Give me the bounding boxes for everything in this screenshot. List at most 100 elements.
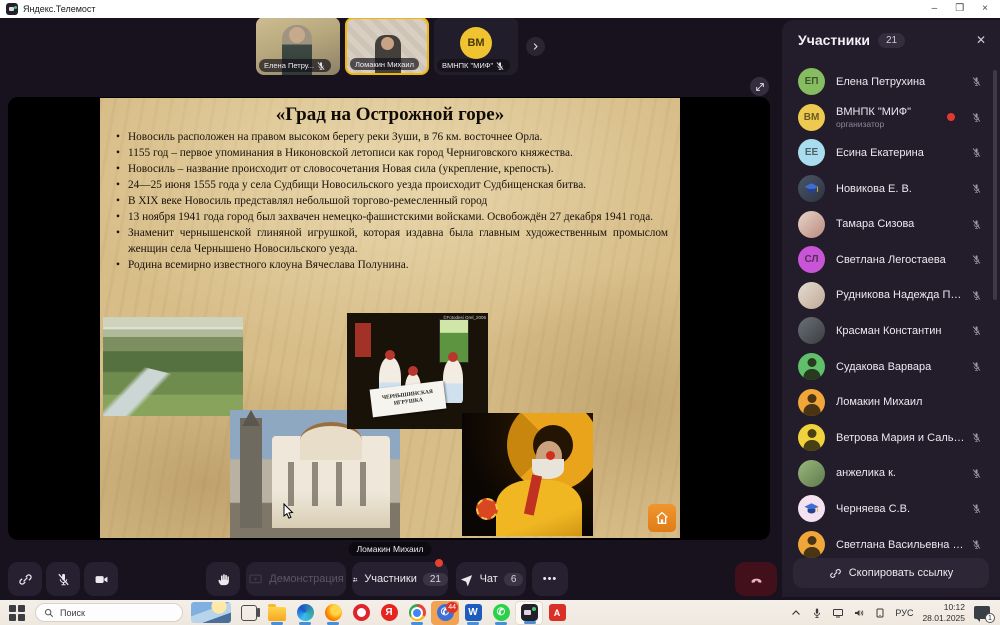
taskbar-apps: Я ✆ 44 W ✆ A <box>263 601 571 625</box>
search-placeholder: Поиск <box>60 608 85 618</box>
more-options-button[interactable]: ••• <box>532 562 568 596</box>
share-screen-button[interactable]: Демонстрация <box>246 562 346 596</box>
tray-display-icon[interactable] <box>832 607 844 619</box>
screen-share-icon <box>248 572 263 587</box>
copy-link-button[interactable]: Скопировать ссылку <box>793 558 989 588</box>
close-panel-icon[interactable]: ✕ <box>976 34 986 46</box>
system-tray: РУС 10:12 28.01.2025 1 <box>790 602 1000 623</box>
tray-volume-icon[interactable] <box>853 607 865 619</box>
participant-row[interactable]: Красман Константин <box>782 313 992 349</box>
taskbar-app-telemost[interactable] <box>515 601 543 625</box>
taskbar-app-firefox[interactable] <box>319 601 347 625</box>
participant-row[interactable]: Судакова Варвара <box>782 349 992 385</box>
taskbar-app-word[interactable]: W <box>459 601 487 625</box>
photo-watermark: ©Fotodesi Orel_2006 <box>443 315 486 320</box>
participant-row[interactable]: ВМ ВМНПК "МИФ" организатор <box>782 100 992 136</box>
taskbar-app-opera[interactable] <box>347 601 375 625</box>
participants-button[interactable]: Участники 21 <box>352 562 448 596</box>
taskbar-app-calls-app[interactable]: ✆ 44 <box>431 601 459 625</box>
panel-scrollbar[interactable] <box>993 70 997 300</box>
copy-link-toolbar-button[interactable] <box>8 562 42 596</box>
mic-off-icon <box>316 61 326 71</box>
microphone-muted-button[interactable] <box>46 562 80 596</box>
video-tile-lomakin-active[interactable]: Ломакин Михаил <box>345 17 429 75</box>
slide-title: «Град на Острожной горе» <box>100 98 680 126</box>
participant-row[interactable]: ЕЕ Есина Екатерина <box>782 135 992 171</box>
taskbar-app-acrobat[interactable]: A <box>543 601 571 625</box>
tile-name: ВМНПК "МИФ" <box>442 61 493 70</box>
tray-chevron-up-icon[interactable] <box>790 607 802 619</box>
taskbar-app-yandex-browser[interactable]: Я <box>375 601 403 625</box>
running-indicator <box>524 621 536 624</box>
active-speaker-label: Ломакин Михаил <box>349 542 432 556</box>
slide-home-button[interactable] <box>648 504 676 532</box>
slide-bullet: В XIX веке Новосиль представлял небольшо… <box>116 193 668 209</box>
participant-name: Новикова Е. В. <box>836 183 967 195</box>
participant-avatar <box>798 317 825 344</box>
slide-bullet: Новосиль – название происходит от словос… <box>116 161 668 177</box>
whatsapp-icon: ✆ <box>493 604 510 621</box>
mic-off-icon <box>971 468 982 479</box>
participant-row[interactable]: Черняева С.В. <box>782 491 992 527</box>
next-thumbnails-button[interactable] <box>526 37 545 56</box>
task-view-button[interactable] <box>241 605 257 621</box>
participants-icon <box>352 572 358 587</box>
yandex-icon: Я <box>381 604 398 621</box>
tile-name: Елена Петру... <box>264 61 314 70</box>
call-toolbar: Демонстрация Участники 21 Чат 6 ••• <box>0 560 782 600</box>
slide-bullet: Знаменит чернышенской глиняной игрушкой,… <box>116 225 668 257</box>
participant-avatar <box>798 531 825 558</box>
participant-row[interactable]: СЛ Светлана Легостаева <box>782 242 992 278</box>
raise-hand-button[interactable] <box>206 562 240 596</box>
tray-microphone-icon[interactable] <box>811 607 823 619</box>
mic-off-icon <box>56 572 71 587</box>
tray-device-icon[interactable] <box>874 607 886 619</box>
start-button[interactable] <box>8 604 25 621</box>
clock[interactable]: 10:12 28.01.2025 <box>922 602 965 623</box>
taskbar-app-whatsapp[interactable]: ✆ <box>487 601 515 625</box>
folder-icon <box>268 607 286 621</box>
video-tile-vmnpk[interactable]: ВМ ВМНПК "МИФ" <box>434 17 518 75</box>
fullscreen-expand-button[interactable] <box>750 77 769 96</box>
running-indicator <box>299 622 311 625</box>
participant-row[interactable]: Тамара Сизова <box>782 206 992 242</box>
copy-link-label: Скопировать ссылку <box>849 567 954 579</box>
participant-avatar <box>798 495 825 522</box>
hang-up-button[interactable] <box>735 562 777 596</box>
notification-center-icon[interactable]: 1 <box>974 606 990 619</box>
taskbar-app-file-explorer[interactable] <box>263 601 291 625</box>
weather-widget[interactable] <box>191 602 231 623</box>
participant-row[interactable]: Ломакин Михаил <box>782 384 992 420</box>
mic-off-icon <box>971 147 982 158</box>
hang-up-icon <box>749 572 764 587</box>
slide-bullet: 1155 год – первое упоминания в Никоновск… <box>116 145 668 161</box>
participant-name: Ветрова Мария и Сальнико... <box>836 432 967 444</box>
chat-count-badge: 6 <box>504 573 524 586</box>
slide-bullet: 13 ноября 1941 года город был захвачен н… <box>116 209 668 225</box>
camera-button[interactable] <box>84 562 118 596</box>
tile-name: Ломакин Михаил <box>355 60 414 69</box>
taskbar-search-input[interactable]: Поиск <box>35 603 183 622</box>
camera-icon <box>94 572 109 587</box>
participants-label: Участники <box>364 573 417 585</box>
minimize-button[interactable]: – <box>932 0 938 18</box>
taskbar-app-edge[interactable] <box>291 601 319 625</box>
mic-off-icon <box>971 325 982 336</box>
chat-button[interactable]: Чат 6 <box>456 562 526 596</box>
mic-off-icon <box>971 112 982 123</box>
close-button[interactable]: × <box>982 0 988 18</box>
participant-row[interactable]: анжелика к. <box>782 456 992 492</box>
participant-row[interactable]: Новикова Е. В. <box>782 171 992 207</box>
video-tile-elena[interactable]: Елена Петру... <box>256 17 340 75</box>
more-options-icon: ••• <box>543 573 558 585</box>
participant-row[interactable]: Светлана Васильевна Дереп... <box>782 527 992 563</box>
language-indicator[interactable]: РУС <box>895 608 913 618</box>
home-icon <box>654 510 670 526</box>
maximize-button[interactable]: ❒ <box>955 0 964 18</box>
participant-avatar: ЕП <box>798 68 825 95</box>
mic-off-icon <box>971 183 982 194</box>
participant-row[interactable]: ЕП Елена Петрухина <box>782 64 992 100</box>
participant-row[interactable]: Ветрова Мария и Сальнико... <box>782 420 992 456</box>
taskbar-app-chrome[interactable] <box>403 601 431 625</box>
participant-row[interactable]: Рудникова Надежда Петров... <box>782 278 992 314</box>
